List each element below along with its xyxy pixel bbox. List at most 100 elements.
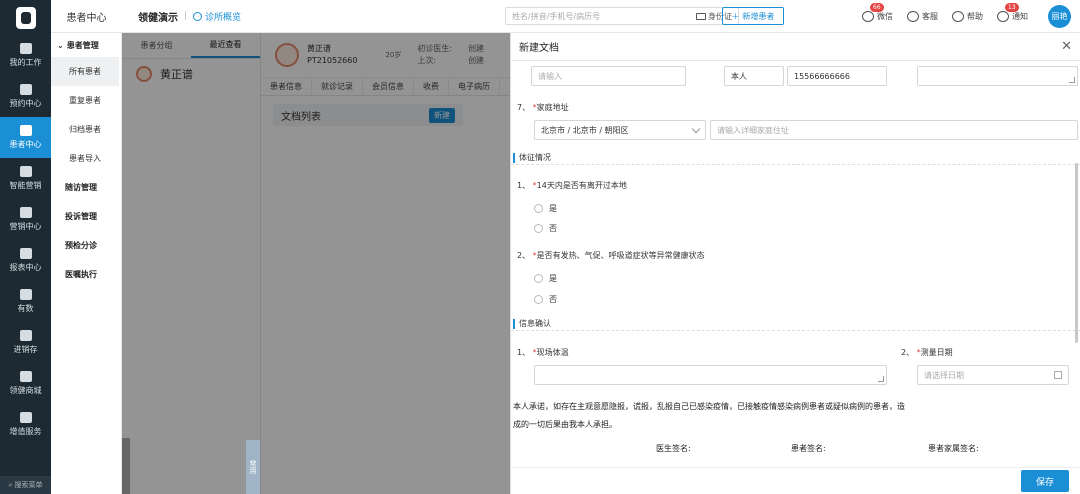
notification-label: 通知 xyxy=(1012,12,1028,21)
q1-text: 14天内是否有离开过本地 xyxy=(536,181,627,190)
date-placeholder: 请选择日期 xyxy=(924,370,964,380)
wechat-icon xyxy=(862,11,874,22)
logo[interactable] xyxy=(0,0,51,35)
wechat-button[interactable]: 66 微信 xyxy=(862,3,893,22)
q1-option-no[interactable]: 否 xyxy=(534,223,557,234)
save-button[interactable]: 保存 xyxy=(1021,470,1069,492)
plus-icon: ＋ xyxy=(731,11,740,21)
subnav-item-patient-import[interactable]: 患者导入 xyxy=(51,144,121,173)
top-bar: 患者中心 领健演示 | 诊所概览 姓名/拼音/手机号/病历号 身份证 ＋新增患者… xyxy=(51,0,1080,33)
subnav-item-archived-patients[interactable]: 归档患者 xyxy=(51,115,121,144)
radio-icon xyxy=(534,295,543,304)
user-avatar[interactable]: 丽艳 xyxy=(1048,5,1071,28)
region-select[interactable]: 北京市 / 北京市 / 朝阳区 xyxy=(534,120,706,140)
patient-search-input[interactable]: 姓名/拼音/手机号/病历号 身份证 xyxy=(505,7,739,25)
q2-option-yes[interactable]: 是 xyxy=(534,273,557,284)
collapse-handle[interactable] xyxy=(122,438,130,494)
name-input[interactable]: 请输入 xyxy=(531,66,686,86)
q2-option-no[interactable]: 否 xyxy=(534,294,557,305)
clinic-overview-link[interactable]: 诊所概览 xyxy=(193,10,241,23)
q7-label: 7、 *家庭地址 xyxy=(517,103,569,112)
graph-icon xyxy=(19,289,32,300)
extra-textarea[interactable] xyxy=(917,66,1078,86)
subnav-item-all-patients[interactable]: 所有患者 xyxy=(51,57,119,86)
common-side-tab[interactable]: 常用 xyxy=(246,440,260,494)
nav-item-inventory[interactable]: 进销存 xyxy=(0,322,51,363)
shop-icon xyxy=(19,371,32,382)
subnav-item-followup[interactable]: 随访管理 xyxy=(51,173,121,202)
nav-item-youshu[interactable]: 有数 xyxy=(0,281,51,322)
nav-item-my-work[interactable]: 我的工作 xyxy=(0,35,51,76)
clinic-title[interactable]: 领健演示 xyxy=(122,9,178,24)
subnav-item-complaints[interactable]: 投诉管理 xyxy=(51,202,121,231)
relation-select[interactable]: 本人 xyxy=(724,66,784,86)
target-icon xyxy=(19,166,32,177)
new-patient-button[interactable]: ＋新增患者 xyxy=(722,7,784,25)
q1-option-yes[interactable]: 是 xyxy=(534,203,557,214)
nav-item-smart-marketing[interactable]: 智能营销 xyxy=(0,158,51,199)
nav-label: 进销存 xyxy=(13,345,38,354)
nav-item-marketing[interactable]: 营销中心 xyxy=(0,199,51,240)
c1-number: 1、 xyxy=(517,348,531,357)
help-label: 帮助 xyxy=(967,12,983,21)
search-placeholder: 姓名/拼音/手机号/病历号 xyxy=(512,11,601,21)
c2-text: 测量日期 xyxy=(920,348,953,357)
module-title: 患者中心 xyxy=(66,12,107,24)
q1-option-yes-label: 是 xyxy=(549,204,557,213)
nav-item-shop[interactable]: 领健商城 xyxy=(0,363,51,404)
notification-badge: 13 xyxy=(1005,3,1019,12)
chart-icon xyxy=(19,43,32,54)
relation-value: 本人 xyxy=(731,71,747,81)
nav-label: 患者中心 xyxy=(9,140,42,149)
doctor-signature-label: 医生签名: xyxy=(656,444,691,453)
left-nav: 我的工作 预约中心 患者中心 智能营销 营销中心 报表中心 有数 进销存 领健商… xyxy=(0,0,51,494)
modal-overlay[interactable] xyxy=(122,33,510,494)
q7-text: 家庭地址 xyxy=(536,103,569,112)
q2-text: 是否有发热、气促、呼吸道症状等异常健康状态 xyxy=(536,251,705,260)
chevron-down-icon: ⌄ xyxy=(57,40,64,50)
drawer-form: 请输入 本人 15566666666 7、 *家庭地址 北京市 / 北京市 / … xyxy=(511,61,1080,467)
idcard-icon xyxy=(696,13,706,20)
menu-search-label: 搜索菜单 xyxy=(14,481,43,489)
c2-number: 2、 xyxy=(901,348,915,357)
calendar-icon xyxy=(19,84,32,95)
subnav-item-duplicate-patients[interactable]: 重复患者 xyxy=(51,86,121,115)
bell-icon xyxy=(997,11,1009,22)
close-icon[interactable]: ✕ xyxy=(1061,40,1072,53)
phone-input[interactable]: 15566666666 xyxy=(787,66,887,86)
drawer-footer: 保存 xyxy=(511,467,1080,494)
menu-search-button[interactable]: ⌕ 搜索菜单 xyxy=(0,476,51,494)
new-patient-label: 新增患者 xyxy=(742,11,775,21)
nav-item-patient-center[interactable]: 患者中心 xyxy=(0,117,51,158)
drawer-title: 新建文档 xyxy=(519,43,559,54)
subnav-item-triage[interactable]: 预检分诊 xyxy=(51,231,121,260)
temperature-textarea[interactable] xyxy=(534,365,887,385)
nav-label: 报表中心 xyxy=(9,263,42,272)
patient-signature-label: 患者签名: xyxy=(791,444,826,453)
layers-icon xyxy=(19,330,32,341)
grid-icon xyxy=(19,412,32,423)
nav-item-appointment[interactable]: 预约中心 xyxy=(0,76,51,117)
flower-icon xyxy=(19,207,32,218)
measure-date-picker[interactable]: 请选择日期 xyxy=(917,365,1069,385)
nav-label: 我的工作 xyxy=(9,58,42,67)
headset-icon xyxy=(907,11,919,22)
patient-subnav: ⌄ 患者管理 所有患者 重复患者 归档患者 患者导入 随访管理 投诉管理 预检分诊… xyxy=(51,33,122,494)
wechat-label: 微信 xyxy=(877,12,893,21)
help-button[interactable]: 帮助 xyxy=(952,11,983,22)
c2-label: 2、 *测量日期 xyxy=(901,348,953,357)
drawer-scrollbar[interactable] xyxy=(1075,163,1078,343)
nav-item-reports[interactable]: 报表中心 xyxy=(0,240,51,281)
q2-label: 2、 *是否有发热、气促、呼吸道症状等异常健康状态 xyxy=(517,251,705,260)
subnav-item-orders[interactable]: 医嘱执行 xyxy=(51,260,121,289)
nav-label: 智能营销 xyxy=(9,181,42,190)
support-button[interactable]: 客服 xyxy=(907,11,938,22)
subnav-group-patient-management[interactable]: ⌄ 患者管理 xyxy=(51,33,121,57)
nav-item-value-added[interactable]: 增值服务 xyxy=(0,404,51,445)
notification-button[interactable]: 13 通知 xyxy=(997,3,1028,22)
address-input[interactable]: 请输入详细家庭住址 xyxy=(710,120,1078,140)
address-placeholder: 请输入详细家庭住址 xyxy=(717,125,789,135)
top-tools: 66 微信 客服 帮助 13 通知 xyxy=(862,0,1028,33)
radio-icon xyxy=(534,204,543,213)
q2-option-yes-label: 是 xyxy=(549,274,557,283)
